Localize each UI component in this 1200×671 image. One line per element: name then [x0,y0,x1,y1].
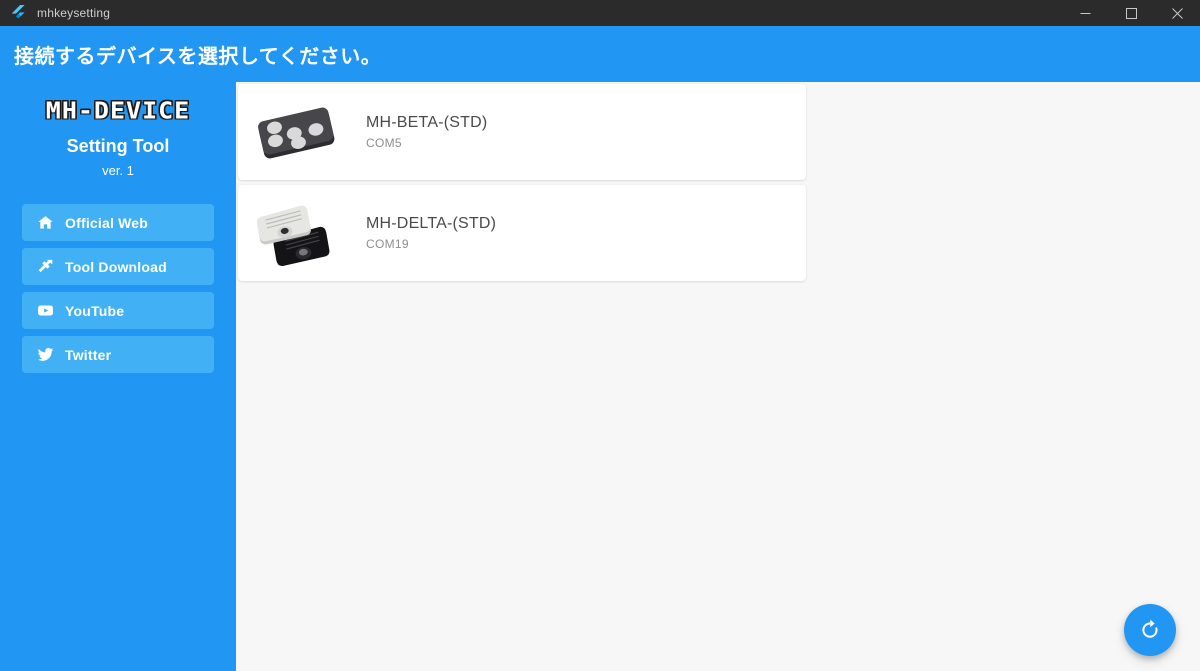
device-port: COM19 [366,237,409,251]
device-list-item[interactable]: MH-BETA-(STD) COM5 [238,84,806,180]
refresh-button[interactable] [1124,604,1176,656]
page-header: 接続するデバイスを選択してください。 [0,26,1200,82]
sidebar-item-official-web[interactable]: Official Web [22,204,214,241]
sidebar-item-label: Tool Download [65,258,167,275]
sidebar-item-tool-download[interactable]: Tool Download [22,248,214,285]
main-content: MH-BETA-(STD) COM5 MH-DELTA-(STD) COM19 [236,82,1200,671]
home-icon [36,214,54,232]
sidebar-item-label: Official Web [65,214,149,231]
device-port: COM5 [366,136,402,150]
mh-beta-device-image [248,89,344,175]
device-list-item[interactable]: MH-DELTA-(STD) COM19 [238,185,806,281]
sidebar-item-youtube[interactable]: YouTube [22,292,214,329]
page-title: 接続するデバイスを選択してください。 [14,45,382,68]
device-name: MH-BETA-(STD) [366,114,488,131]
close-button[interactable] [1154,0,1200,26]
close-icon [1171,7,1183,19]
hammer-icon [36,258,54,276]
sidebar-item-label: Twitter [65,346,112,363]
maximize-button[interactable] [1108,0,1154,26]
app-window: mhkeysetting 接続するデバイスを選択してください。 MH-DEVIC… [0,0,1200,671]
youtube-icon [36,302,54,320]
device-info: MH-DELTA-(STD) COM19 [366,215,496,251]
sidebar-item-twitter[interactable]: Twitter [22,336,214,373]
brand-logo: MH-DEVICE [45,97,191,124]
device-name: MH-DELTA-(STD) [366,215,497,232]
sidebar-nav: Official Web Tool Download YouTube Twitt… [0,204,236,373]
window-title: mhkeysetting [37,6,111,20]
flutter-logo-icon [5,0,31,26]
refresh-icon [1142,619,1158,638]
sidebar-item-label: YouTube [65,302,125,319]
brand-subtitle: Setting Tool [66,136,170,156]
maximize-icon [1125,7,1137,19]
twitter-bird-icon [36,346,54,364]
mh-delta-device-image [248,190,344,276]
brand-block: MH-DEVICE Setting Tool ver. 1 [0,96,236,178]
title-bar: mhkeysetting [0,0,1200,26]
device-info: MH-BETA-(STD) COM5 [366,114,487,150]
brand-version: ver. 1 [102,163,134,178]
sidebar: MH-DEVICE Setting Tool ver. 1 Official W… [0,82,236,671]
minimize-button[interactable] [1062,0,1108,26]
device-list: MH-BETA-(STD) COM5 MH-DELTA-(STD) COM19 [236,82,1200,281]
minimize-icon [1080,12,1090,14]
